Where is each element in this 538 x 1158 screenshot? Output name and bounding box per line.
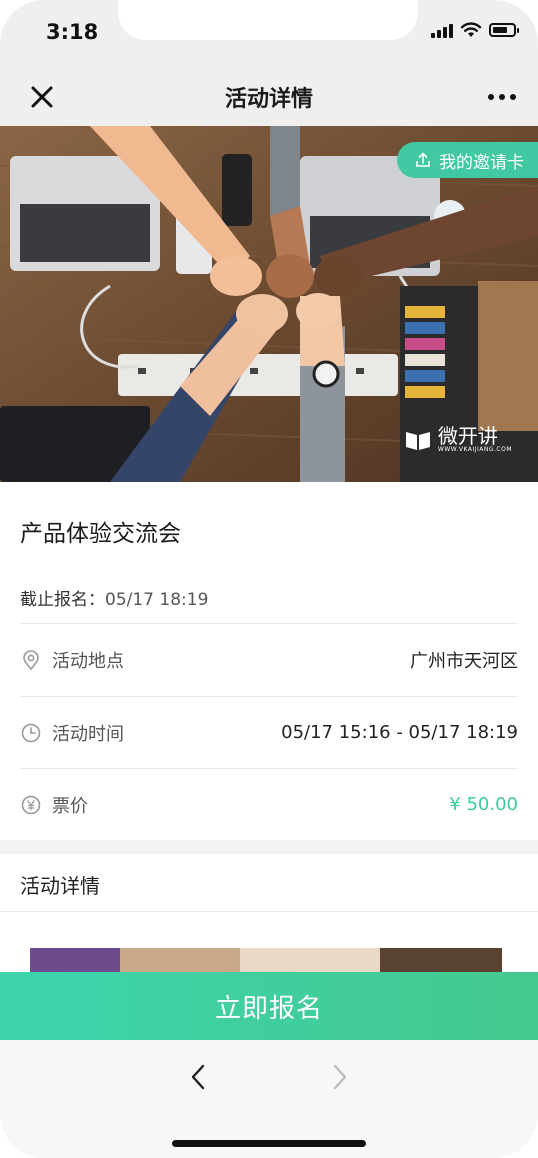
system-indicators: [431, 22, 519, 38]
wifi-icon: [460, 22, 482, 37]
status-bar: 3:18: [0, 0, 538, 68]
battery-icon: [489, 23, 519, 37]
browser-toolbar: [0, 1040, 538, 1158]
signup-button[interactable]: 立即报名: [0, 972, 538, 1040]
share-icon: [416, 152, 430, 167]
signup-deadline: 截止报名：05/17 18:19: [20, 585, 208, 610]
time-label: 活动时间: [52, 723, 124, 745]
location-pin-icon: [23, 649, 39, 670]
more-options-icon[interactable]: [488, 94, 516, 100]
watermark-logo: 微开讲 WWW.VKAIJIANG.COM: [404, 426, 512, 453]
back-arrow-icon[interactable]: [186, 1062, 210, 1092]
invite-card-label: 我的邀请卡: [439, 152, 524, 173]
location-label: 活动地点: [52, 650, 124, 672]
book-logo-icon: [405, 431, 430, 450]
watermark-text: 微开讲: [437, 424, 498, 448]
location-row[interactable]: 活动地点 广州市天河区: [20, 623, 518, 695]
location-value: 广州市天河区: [410, 650, 518, 672]
status-time: 3:18: [46, 20, 99, 44]
details-heading: 活动详情: [20, 874, 100, 898]
event-cover-image: 我的邀请卡 微开讲 WWW.VKAIJIANG.COM: [0, 126, 538, 482]
deadline-value: 05/17 18:19: [105, 590, 209, 610]
deadline-label: 截止报名：: [20, 590, 105, 610]
price-row: 票价 ¥ 50.00: [20, 768, 518, 840]
time-value: 05/17 15:16 - 05/17 18:19: [281, 722, 518, 743]
forward-arrow-icon[interactable]: [328, 1062, 352, 1092]
home-indicator: [172, 1140, 366, 1147]
navigation-bar: 活动详情: [0, 68, 538, 126]
watermark-url: WWW.VKAIJIANG.COM: [437, 446, 512, 453]
details-section-header: 活动详情: [0, 854, 538, 912]
invite-card-button[interactable]: 我的邀请卡: [397, 142, 538, 178]
signal-icon: [431, 22, 453, 38]
section-divider: [0, 840, 538, 854]
event-title: 产品体验交流会: [20, 521, 181, 547]
clock-icon: [21, 723, 41, 742]
page-title: 活动详情: [224, 87, 313, 112]
yen-icon: [21, 795, 41, 814]
phone-screen: 3:18 活动详情 我的邀请卡 微开讲 WWW.VKAIJIANG.COM 产品…: [0, 0, 538, 1158]
price-value: ¥ 50.00: [449, 794, 518, 815]
price-label: 票价: [52, 795, 88, 817]
notch: [118, 0, 418, 40]
time-row: 活动时间 05/17 15:16 - 05/17 18:19: [20, 696, 518, 768]
